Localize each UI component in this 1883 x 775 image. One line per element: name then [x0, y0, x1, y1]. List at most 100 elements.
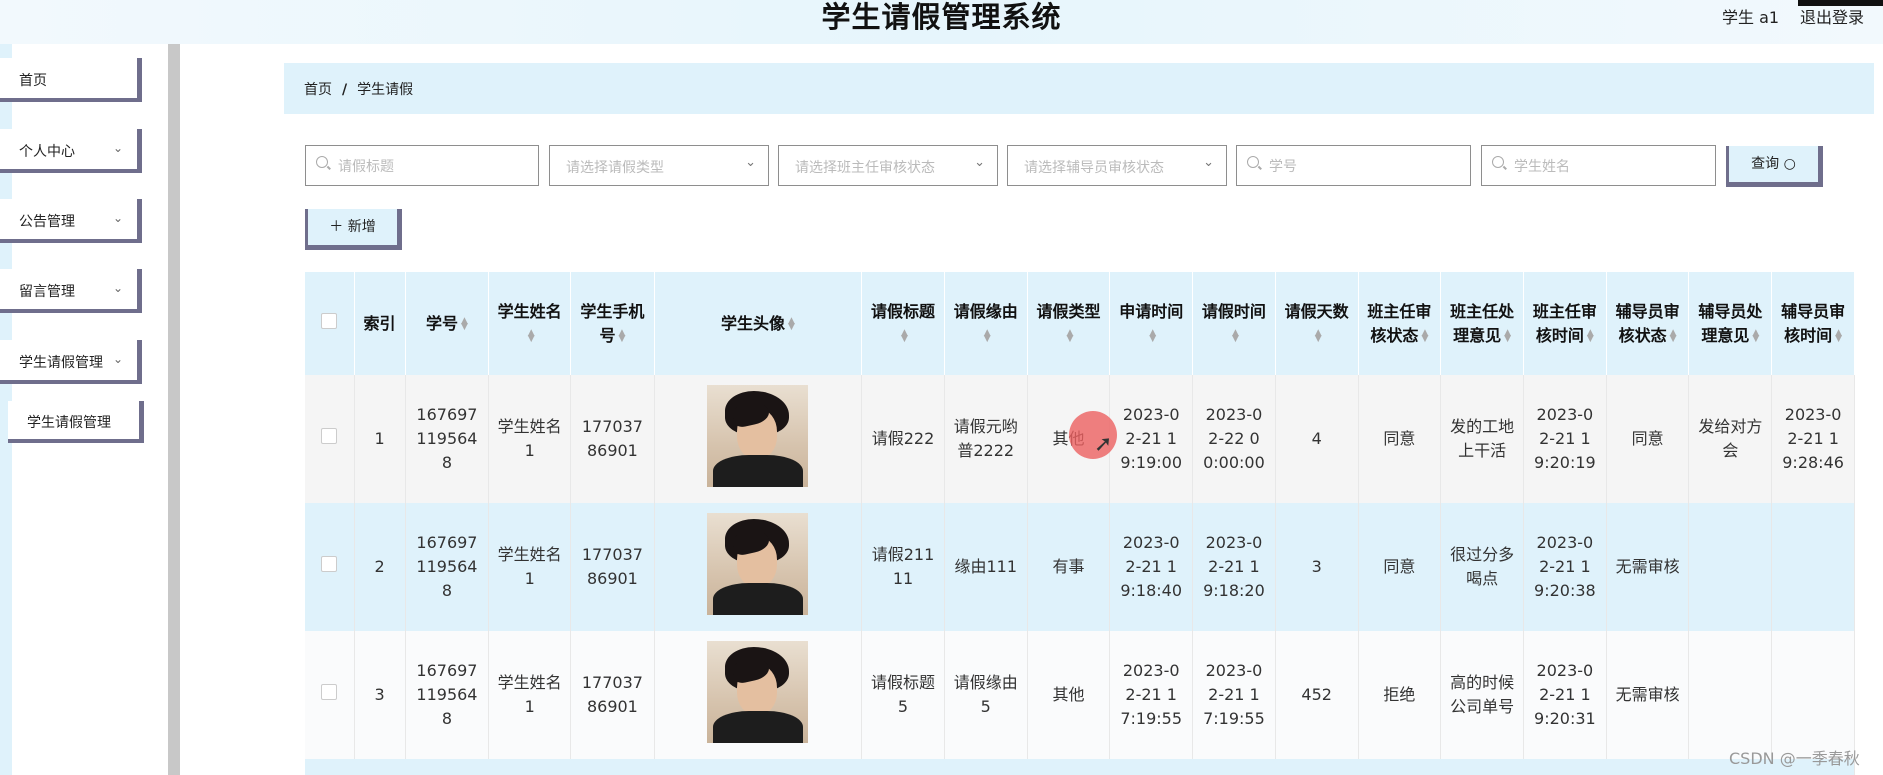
sidebar-item-home[interactable]: 首页 [0, 58, 142, 102]
cell-reason: 请假元哟普2222 [944, 375, 1028, 503]
col-header[interactable]: 班主任审核时间 ▲ ▼ [1523, 272, 1607, 375]
sidebar-subitem-leave-management[interactable]: 学生请假管理 [8, 401, 144, 443]
cell-leave-time: 2023-02-21 19:18:20 [1192, 503, 1276, 631]
sidebar-scrollbar[interactable] [168, 44, 180, 775]
cell-name: 学生姓名1 [488, 503, 572, 631]
col-header[interactable]: 辅导员处理意见 ▲ ▼ [1688, 272, 1773, 375]
chevron-down-icon: ⌄ [112, 352, 123, 366]
cell-head-status: 同意 [1358, 375, 1442, 503]
col-header[interactable]: 学号 ▲ ▼ [405, 272, 490, 375]
col-header[interactable]: 班主任处理意见 ▲ ▼ [1440, 272, 1524, 375]
row-checkbox[interactable] [305, 631, 355, 759]
search-icon [1247, 156, 1259, 168]
leave-type-select[interactable]: 请选择请假类型 ⌄ [549, 145, 769, 186]
cell-head-time: 2023-02-21 19:20:31 [1523, 631, 1607, 759]
cell-avatar [654, 375, 863, 503]
cell-counselor-time [1771, 503, 1855, 631]
student-id-search[interactable] [1236, 145, 1471, 187]
col-header[interactable]: 学生手机号 ▲ ▼ [570, 272, 655, 375]
cell-phone: 17703786901 [570, 503, 655, 631]
col-header[interactable]: 辅导员审核状态 ▲ ▼ [1606, 272, 1690, 375]
col-header[interactable]: 班主任审核状态 ▲ ▼ [1358, 272, 1442, 375]
leave-title-input[interactable] [336, 146, 532, 187]
chevron-down-icon: ⌄ [974, 155, 985, 170]
table-row[interactable]: 3 1676971195648 学生姓名1 17703786901 请假标题5 … [305, 631, 1855, 759]
sidebar-item-notice[interactable]: 公告管理 ⌄ [0, 199, 142, 243]
breadcrumb-current: 学生请假 [357, 82, 414, 98]
cell-avatar [654, 503, 863, 631]
cell-head-status: 拒绝 [1358, 631, 1442, 759]
breadcrumb-home[interactable]: 首页 [304, 82, 332, 98]
cell-apply-time: 2023-02-21 19:18:40 [1109, 503, 1194, 631]
head-teacher-status-select[interactable]: 请选择班主任审核状态 ⌄ [778, 145, 998, 186]
cell-student-id: 1676971195648 [405, 375, 490, 503]
cell-title: 请假标题5 [861, 631, 945, 759]
sidebar-item-leave[interactable]: 学生请假管理 ⌄ [0, 340, 142, 384]
counselor-status-select[interactable]: 请选择辅导员审核状态 ⌄ [1007, 145, 1227, 186]
student-avatar[interactable] [707, 384, 809, 487]
student-name-search[interactable] [1481, 145, 1716, 187]
cell-counselor-time [1771, 631, 1855, 759]
row-checkbox[interactable] [305, 503, 355, 631]
sidebar-item-messages[interactable]: 留言管理 ⌄ [0, 269, 142, 313]
leave-title-search[interactable] [305, 145, 539, 187]
cell-type: 有事 [1027, 503, 1111, 631]
search-icon [316, 156, 328, 168]
leave-type-placeholder: 请选择请假类型 [566, 160, 664, 176]
chevron-down-icon: ⌄ [745, 155, 756, 170]
table-header-row: 索引 学号 ▲ ▼ 学生姓名▲ ▼ 学生手机号 ▲ ▼ 学生头像 ▲ ▼ 请假标题▲ ▼ 请假缘… [305, 272, 1855, 375]
row-checkbox[interactable] [305, 375, 355, 503]
cell-index: 2 [354, 503, 406, 631]
sidebar-item-personal-center[interactable]: 个人中心 ⌄ [0, 129, 142, 173]
cell-head-opinion: 很过分多喝点 [1440, 503, 1524, 631]
breadcrumb-separator: / [342, 82, 348, 98]
search-icon [1492, 156, 1504, 168]
cell-avatar [654, 631, 863, 759]
cell-counselor-status: 无需审核 [1606, 631, 1690, 759]
student-name-input[interactable] [1512, 146, 1709, 187]
cell-reason: 缘由111 [944, 503, 1028, 631]
col-header[interactable]: 请假类型▲ ▼ [1027, 272, 1111, 375]
cell-head-time: 2023-02-21 19:20:38 [1523, 503, 1607, 631]
sidebar-item-label: 个人中心 [19, 144, 75, 160]
student-avatar[interactable] [707, 640, 809, 743]
cell-leave-time: 2023-02-22 00:00:00 [1192, 375, 1276, 503]
cell-counselor-opinion: 发给对方会 [1688, 375, 1773, 503]
table-row[interactable]: 2 1676971195648 学生姓名1 17703786901 请假2111… [305, 503, 1855, 631]
query-button[interactable]: 查询 ○ [1726, 146, 1823, 187]
col-header[interactable]: 请假时间▲ ▼ [1192, 272, 1276, 375]
cell-title: 请假21111 [861, 503, 945, 631]
cell-student-id: 1676971195648 [405, 503, 490, 631]
col-header[interactable]: 请假缘由▲ ▼ [944, 272, 1028, 375]
cell-head-time: 2023-02-21 19:20:19 [1523, 375, 1607, 503]
logout-link[interactable]: 退出登录 [1800, 4, 1864, 28]
cell-days: 452 [1275, 631, 1359, 759]
cell-index: 1 [354, 375, 406, 503]
col-header[interactable]: 学生头像 ▲ ▼ [654, 272, 863, 375]
cell-counselor-time: 2023-02-21 19:28:46 [1771, 375, 1855, 503]
col-header[interactable]: 请假标题▲ ▼ [861, 272, 945, 375]
col-header: 索引 [354, 272, 406, 375]
select-all-checkbox[interactable] [305, 272, 355, 375]
add-button[interactable]: ＋ 新增 [305, 209, 402, 250]
chevron-down-icon: ⌄ [112, 141, 123, 155]
col-header[interactable]: 请假天数▲ ▼ [1275, 272, 1359, 375]
cut-off-row [305, 759, 1855, 775]
cell-days: 4 [1275, 375, 1359, 503]
cell-index: 3 [354, 631, 406, 759]
table-row[interactable] [305, 759, 1855, 775]
student-avatar[interactable] [707, 512, 809, 615]
cell-name: 学生姓名1 [488, 631, 572, 759]
col-header[interactable]: 申请时间▲ ▼ [1109, 272, 1194, 375]
cell-student-id: 1676971195648 [405, 631, 490, 759]
student-id-input[interactable] [1267, 146, 1464, 187]
cell-days: 3 [1275, 503, 1359, 631]
cell-counselor-opinion [1688, 631, 1773, 759]
sidebar-subitem-label: 学生请假管理 [27, 415, 111, 431]
col-header[interactable]: 学生姓名▲ ▼ [488, 272, 572, 375]
cell-name: 学生姓名1 [488, 375, 572, 503]
chevron-down-icon: ⌄ [112, 211, 123, 225]
col-header[interactable]: 辅导员审核时间 ▲ ▼ [1771, 272, 1855, 375]
current-user: 学生 a1 [1722, 8, 1780, 27]
cell-head-opinion: 高的时候公司单号 [1440, 631, 1524, 759]
